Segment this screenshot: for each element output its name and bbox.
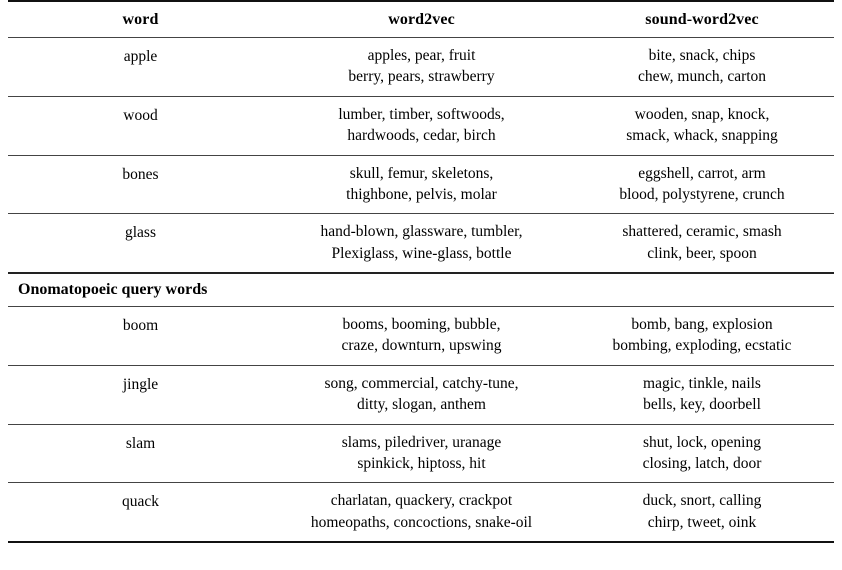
query-word-cell: boom: [8, 306, 273, 366]
column-header-word: word: [8, 0, 273, 38]
neighbor-line: homeopaths, concoctions, snake-oil: [310, 513, 533, 531]
neighbor-line: hardwoods, cedar, birch: [347, 127, 496, 145]
sound-word2vec-neighbors-cell: wooden, snap, knock, smack, whack, snapp…: [570, 95, 834, 155]
table-body: apple apples, pear, fruit berry, pears, …: [8, 37, 834, 544]
word2vec-neighbors-cell: lumber, timber, softwoods, hardwoods, ce…: [273, 95, 570, 155]
neighbor-line: bite, snack, chips: [648, 47, 756, 64]
neighbor-line: smack, whack, snapping: [626, 127, 778, 145]
query-words-results-table: word word2vec sound-word2vec apple apple…: [8, 0, 834, 544]
sound-word2vec-neighbors-cell: bomb, bang, explosion bombing, exploding…: [570, 306, 834, 366]
neighbor-line: song, commercial, catchy-tune,: [324, 374, 519, 392]
word2vec-neighbors-cell: slams, piledriver, uranage spinkick, hip…: [273, 423, 570, 483]
table-row: bones skull, femur, skeletons, thighbone…: [8, 154, 834, 214]
query-word-cell: glass: [8, 213, 273, 273]
neighbor-line: charlatan, quackery, crackpot: [330, 492, 513, 510]
section-header-onomatopoeic: Onomatopoeic query words: [8, 272, 834, 307]
table-row: jingle song, commercial, catchy-tune, di…: [8, 364, 834, 424]
neighbor-line: berry, pears, strawberry: [348, 68, 495, 86]
query-word-cell: slam: [8, 423, 273, 483]
word2vec-neighbors-cell: hand-blown, glassware, tumbler, Plexigla…: [273, 213, 570, 273]
sound-word2vec-neighbors-cell: duck, snort, calling chirp, tweet, oink: [570, 482, 834, 542]
column-header-word2vec: word2vec: [273, 0, 570, 38]
neighbor-line: shattered, ceramic, smash: [622, 223, 782, 241]
rule-spacer: [273, 541, 570, 544]
neighbor-line: skull, femur, skeletons,: [349, 164, 494, 182]
neighbor-line: bomb, bang, explosion: [631, 316, 773, 333]
table-row: slam slams, piledriver, uranage spinkick…: [8, 423, 834, 483]
table-header-row: word word2vec sound-word2vec: [8, 0, 834, 38]
neighbor-line: ditty, slogan, anthem: [356, 396, 486, 414]
neighbor-line: clink, beer, spoon: [647, 244, 757, 262]
neighbor-line: lumber, timber, softwoods,: [338, 105, 505, 123]
neighbor-line: spinkick, hiptoss, hit: [357, 454, 486, 472]
word2vec-neighbors-cell: charlatan, quackery, crackpot homeopaths…: [273, 482, 570, 542]
word2vec-neighbors-cell: song, commercial, catchy-tune, ditty, sl…: [273, 364, 570, 424]
column-header-sound-word2vec: sound-word2vec: [570, 0, 834, 38]
sound-word2vec-neighbors-cell: magic, tinkle, nails bells, key, doorbel…: [570, 364, 834, 424]
table-row: quack charlatan, quackery, crackpot home…: [8, 482, 834, 542]
query-word-cell: jingle: [8, 364, 273, 424]
neighbor-line: shut, lock, opening: [643, 433, 761, 451]
neighbor-line: duck, snort, calling: [642, 492, 762, 510]
neighbor-line: bombing, exploding, ecstatic: [612, 337, 792, 355]
neighbor-line: wooden, snap, knock,: [634, 105, 770, 123]
sound-word2vec-neighbors-cell: bite, snack, chips chew, munch, carton: [570, 37, 834, 97]
word2vec-neighbors-cell: skull, femur, skeletons, thighbone, pelv…: [273, 154, 570, 214]
rule-spacer: [570, 541, 834, 544]
neighbor-line: apples, pear, fruit: [367, 47, 476, 64]
neighbor-line: booms, booming, bubble,: [342, 316, 501, 333]
neighbor-line: eggshell, carrot, arm: [638, 164, 766, 182]
word2vec-neighbors-cell: booms, booming, bubble, craze, downturn,…: [273, 306, 570, 366]
table-bottom-rule: [8, 541, 834, 544]
neighbor-line: chew, munch, carton: [637, 68, 767, 86]
word2vec-neighbors-cell: apples, pear, fruit berry, pears, strawb…: [273, 37, 570, 97]
neighbor-line: chirp, tweet, oink: [647, 513, 757, 531]
neighbor-line: magic, tinkle, nails: [643, 374, 761, 392]
query-word-cell: apple: [8, 37, 273, 97]
table-row: boom booms, booming, bubble, craze, down…: [8, 306, 834, 366]
sound-word2vec-neighbors-cell: shut, lock, opening closing, latch, door: [570, 423, 834, 483]
neighbor-line: Plexiglass, wine-glass, bottle: [331, 244, 512, 262]
query-word-cell: quack: [8, 482, 273, 542]
neighbor-line: thighbone, pelvis, molar: [346, 185, 497, 203]
rule-spacer: [8, 541, 273, 544]
table-header: word word2vec sound-word2vec: [8, 0, 834, 38]
results-table-container: word word2vec sound-word2vec apple apple…: [8, 0, 834, 544]
query-word-cell: wood: [8, 95, 273, 155]
table-row: apple apples, pear, fruit berry, pears, …: [8, 37, 834, 97]
section-header-row: Onomatopoeic query words: [8, 272, 834, 307]
sound-word2vec-neighbors-cell: shattered, ceramic, smash clink, beer, s…: [570, 213, 834, 273]
neighbor-line: bells, key, doorbell: [643, 396, 761, 414]
table-row: wood lumber, timber, softwoods, hardwood…: [8, 95, 834, 155]
neighbor-line: slams, piledriver, uranage: [341, 433, 502, 451]
neighbor-line: closing, latch, door: [642, 454, 762, 472]
neighbor-line: hand-blown, glassware, tumbler,: [320, 223, 523, 241]
neighbor-line: blood, polystyrene, crunch: [619, 185, 785, 203]
sound-word2vec-neighbors-cell: eggshell, carrot, arm blood, polystyrene…: [570, 154, 834, 214]
query-word-cell: bones: [8, 154, 273, 214]
neighbor-line: craze, downturn, upswing: [341, 337, 502, 355]
table-row: glass hand-blown, glassware, tumbler, Pl…: [8, 213, 834, 273]
